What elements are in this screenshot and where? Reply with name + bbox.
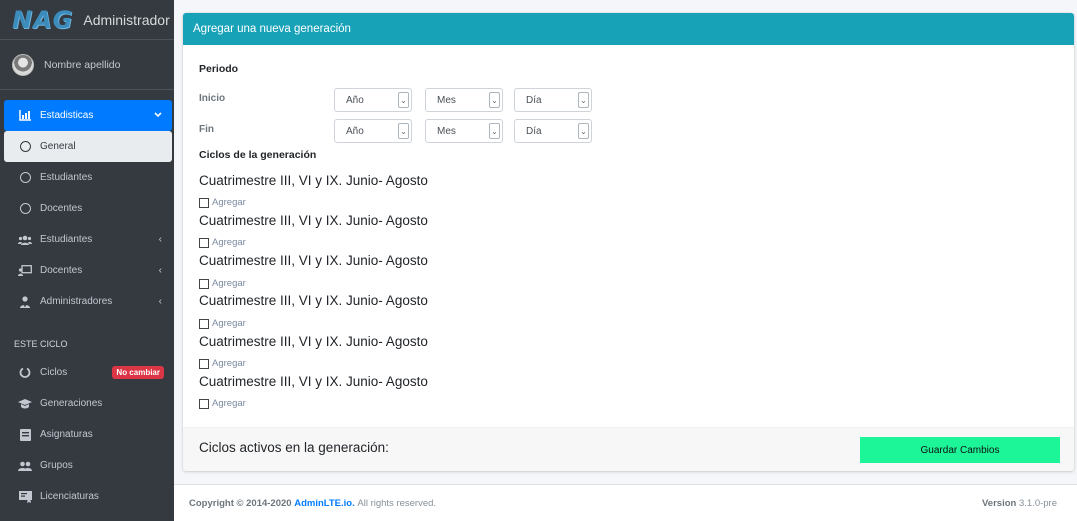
- users-icon: [18, 460, 32, 472]
- fin-month-select[interactable]: Mes ⌄: [425, 119, 503, 143]
- sidebar: NAG Administrador Nombre apellido Estadi…: [0, 0, 174, 521]
- sidebar-item-label: Licenciaturas: [40, 491, 99, 502]
- checkbox-icon[interactable]: [199, 318, 209, 329]
- inicio-year-select[interactable]: Año ⌄: [334, 88, 412, 112]
- ciclos-label: Ciclos de la generación: [199, 149, 317, 161]
- circle-icon: [18, 172, 32, 184]
- sidebar-item-estudiantes[interactable]: Estudiantes ‹: [4, 224, 172, 255]
- sidebar-item-label: Estudiantes: [40, 234, 93, 245]
- status-badge: No cambiar: [112, 366, 164, 379]
- circle-notch-icon: [18, 367, 32, 379]
- diploma-icon: [18, 490, 32, 503]
- ciclo-checkbox[interactable]: Agregar: [199, 358, 246, 369]
- checkbox-icon[interactable]: [199, 278, 209, 289]
- version-info: Version 3.1.0-pre: [982, 497, 1057, 509]
- checkbox-icon[interactable]: [199, 358, 209, 369]
- book-icon: [18, 428, 32, 441]
- sidebar-item-label: Docentes: [40, 265, 83, 276]
- chevron-left-icon: ‹: [158, 265, 162, 276]
- sidebar-item-label: Asignaturas: [40, 429, 93, 440]
- card-body: Periodo Inicio Año ⌄ Mes ⌄ Día ⌄ Fin Año…: [183, 45, 1074, 427]
- brand-logo: NAG: [12, 5, 74, 34]
- ciclo-checkbox[interactable]: Agregar: [199, 278, 246, 289]
- nav-header: ESTE CICLO: [14, 339, 68, 349]
- sidebar-item-asignaturas[interactable]: Asignaturas: [4, 419, 172, 450]
- save-button[interactable]: Guardar Cambios: [860, 437, 1060, 463]
- circle-icon: [18, 203, 32, 215]
- checkbox-icon[interactable]: [199, 237, 209, 248]
- fin-day-select[interactable]: Día ⌄: [514, 119, 592, 143]
- chart-icon: [18, 110, 32, 122]
- card-title: Agregar una nueva generación: [183, 13, 1074, 45]
- sidebar-item-general[interactable]: General: [4, 131, 172, 162]
- chevron-down-icon: ⌄: [489, 92, 500, 108]
- user-tie-icon: [18, 295, 32, 308]
- brand[interactable]: NAG Administrador: [0, 0, 174, 40]
- chevron-down-icon: ⌄: [578, 123, 589, 139]
- users-icon: [18, 234, 32, 246]
- ciclo-checkbox[interactable]: Agregar: [199, 318, 246, 329]
- sidebar-item-docentes-stats[interactable]: Docentes: [4, 193, 172, 224]
- chevron-down-icon: [154, 110, 162, 121]
- periodo-label: Periodo: [199, 63, 239, 75]
- avatar: [12, 53, 34, 76]
- circle-icon: [18, 141, 32, 153]
- sidebar-item-estudiantes-stats[interactable]: Estudiantes: [4, 162, 172, 193]
- user-name[interactable]: Nombre apellido: [44, 59, 120, 71]
- new-generation-card: Agregar una nueva generación Periodo Ini…: [183, 13, 1074, 471]
- sidebar-item-label: Estadisticas: [40, 110, 94, 121]
- ciclo-name: Cuatrimestre III, VI y IX. Junio- Agosto: [199, 293, 428, 308]
- chevron-down-icon: ⌄: [398, 92, 409, 108]
- sidebar-nav: Estadisticas General Estudiantes Docente…: [4, 100, 172, 512]
- ciclo-name: Cuatrimestre III, VI y IX. Junio- Agosto: [199, 334, 428, 349]
- sidebar-item-generaciones[interactable]: Generaciones: [4, 388, 172, 419]
- sidebar-item-label: Estudiantes: [40, 172, 93, 183]
- card-footer: Ciclos activos en la generación: Guardar…: [183, 427, 1074, 471]
- graduation-cap-icon: [18, 398, 32, 410]
- ciclo-checkbox[interactable]: Agregar: [199, 237, 246, 248]
- fin-year-select[interactable]: Año ⌄: [334, 119, 412, 143]
- adminlte-link[interactable]: AdminLTE.io.: [294, 498, 355, 509]
- chevron-left-icon: ‹: [158, 296, 162, 307]
- inicio-day-select[interactable]: Día ⌄: [514, 88, 592, 112]
- chevron-left-icon: ‹: [158, 234, 162, 245]
- sidebar-item-label: Docentes: [40, 203, 83, 214]
- sidebar-item-licenciaturas[interactable]: Licenciaturas: [4, 481, 172, 512]
- sidebar-item-label: Ciclos: [40, 367, 68, 378]
- sidebar-item-administradores[interactable]: Administradores ‹: [4, 286, 172, 317]
- sidebar-item-estadisticas[interactable]: Estadisticas: [4, 100, 172, 131]
- inicio-month-select[interactable]: Mes ⌄: [425, 88, 503, 112]
- chevron-down-icon: ⌄: [398, 123, 409, 139]
- ciclo-checkbox[interactable]: Agregar: [199, 398, 246, 409]
- ciclo-name: Cuatrimestre III, VI y IX. Junio- Agosto: [199, 253, 428, 268]
- copyright-text: Copyright © 2014-2020: [189, 497, 292, 509]
- ciclo-checkbox[interactable]: Agregar: [199, 197, 246, 208]
- checkbox-icon[interactable]: [199, 197, 209, 208]
- active-cycles-label: Ciclos activos en la generación:: [199, 440, 389, 455]
- ciclo-name: Cuatrimestre III, VI y IX. Junio- Agosto: [199, 374, 428, 389]
- sidebar-item-label: Grupos: [40, 460, 73, 471]
- sidebar-item-label: Administradores: [40, 296, 113, 307]
- page-footer: Copyright © 2014-2020 AdminLTE.io. All r…: [174, 484, 1077, 521]
- fin-label: Fin: [199, 124, 214, 135]
- ciclo-name: Cuatrimestre III, VI y IX. Junio- Agosto: [199, 213, 428, 228]
- sidebar-item-grupos[interactable]: Grupos: [4, 450, 172, 481]
- inicio-label: Inicio: [199, 93, 226, 104]
- sidebar-item-docentes[interactable]: Docentes ‹: [4, 255, 172, 286]
- chevron-down-icon: ⌄: [489, 123, 500, 139]
- brand-title: Administrador: [83, 11, 170, 28]
- sidebar-item-ciclos[interactable]: Ciclos No cambiar: [4, 357, 172, 388]
- ciclo-name: Cuatrimestre III, VI y IX. Junio- Agosto: [199, 173, 428, 188]
- sidebar-item-label: Generaciones: [40, 398, 103, 409]
- rights-text: All rights reserved.: [357, 497, 437, 509]
- sidebar-item-label: General: [40, 141, 76, 152]
- user-panel[interactable]: Nombre apellido: [0, 40, 174, 90]
- chalkboard-icon: [18, 265, 32, 277]
- checkbox-icon[interactable]: [199, 398, 209, 409]
- chevron-down-icon: ⌄: [578, 92, 589, 108]
